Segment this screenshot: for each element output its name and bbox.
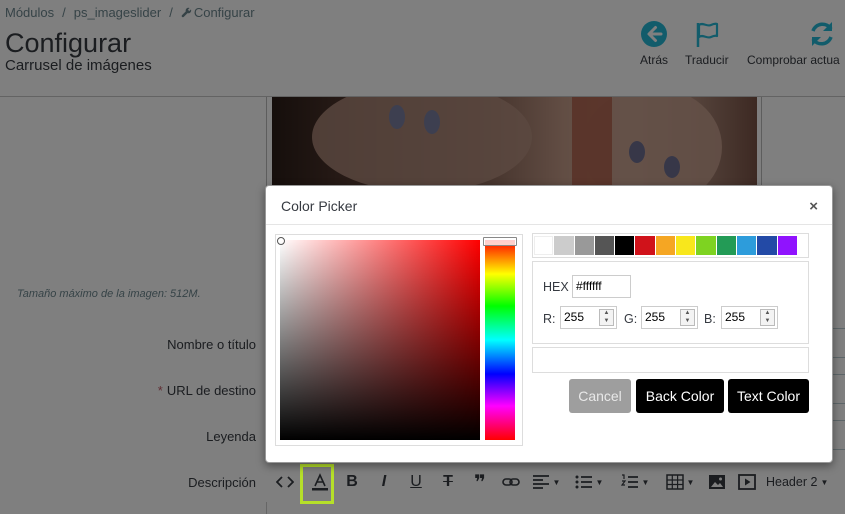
palette-swatch[interactable] <box>554 236 574 255</box>
r-value: 255 <box>564 310 585 324</box>
palette-swatch[interactable] <box>534 236 554 255</box>
hue-slider-handle[interactable] <box>483 237 517 246</box>
b-value: 255 <box>725 310 746 324</box>
g-label: G: <box>624 312 638 326</box>
palette-swatch[interactable] <box>615 236 635 255</box>
spinner-arrows-icon[interactable]: ▲ ▼ <box>599 309 614 326</box>
palette-swatch[interactable] <box>676 236 696 255</box>
modal-header: Color Picker × <box>266 186 832 225</box>
color-preview <box>532 347 809 373</box>
hue-slider[interactable] <box>485 240 515 440</box>
b-spinner[interactable]: 255 ▲ ▼ <box>721 306 778 329</box>
palette-swatch[interactable] <box>635 236 655 255</box>
back-color-button[interactable]: Back Color <box>636 379 724 413</box>
color-palette <box>532 233 809 258</box>
close-icon[interactable]: × <box>809 198 818 215</box>
palette-swatch[interactable] <box>736 236 757 255</box>
r-label: R: <box>543 312 556 326</box>
text-color-apply-button[interactable]: Text Color <box>728 379 809 413</box>
g-spinner[interactable]: 255 ▲ ▼ <box>641 306 698 329</box>
r-spinner[interactable]: 255 ▲ ▼ <box>560 306 617 329</box>
palette-swatch[interactable] <box>716 236 736 255</box>
spinner-arrows-icon[interactable]: ▲ ▼ <box>760 309 775 326</box>
hex-input[interactable]: #ffffff <box>572 275 631 298</box>
spinner-arrows-icon[interactable]: ▲ ▼ <box>680 309 695 326</box>
cancel-button[interactable]: Cancel <box>569 379 631 413</box>
palette-swatch[interactable] <box>757 236 777 255</box>
palette-swatch[interactable] <box>655 236 676 255</box>
palette-swatch[interactable] <box>696 236 716 255</box>
hex-label: HEX <box>543 280 569 294</box>
g-value: 255 <box>645 310 666 324</box>
color-picker-modal: Color Picker × HEX #ffffff R: 255 ▲ ▼ G: … <box>265 185 833 463</box>
palette-swatch[interactable] <box>574 236 594 255</box>
color-values-panel: HEX #ffffff R: 255 ▲ ▼ G: 255 ▲ ▼ B: 255 ▲… <box>532 261 809 344</box>
saturation-handle[interactable] <box>277 237 285 245</box>
palette-swatch[interactable] <box>594 236 615 255</box>
text-color-button-highlight <box>300 464 334 504</box>
palette-swatch[interactable] <box>777 236 797 255</box>
color-canvas-area <box>275 234 523 446</box>
modal-title: Color Picker <box>281 198 358 214</box>
saturation-value-picker[interactable] <box>277 237 480 440</box>
b-label: B: <box>704 312 716 326</box>
